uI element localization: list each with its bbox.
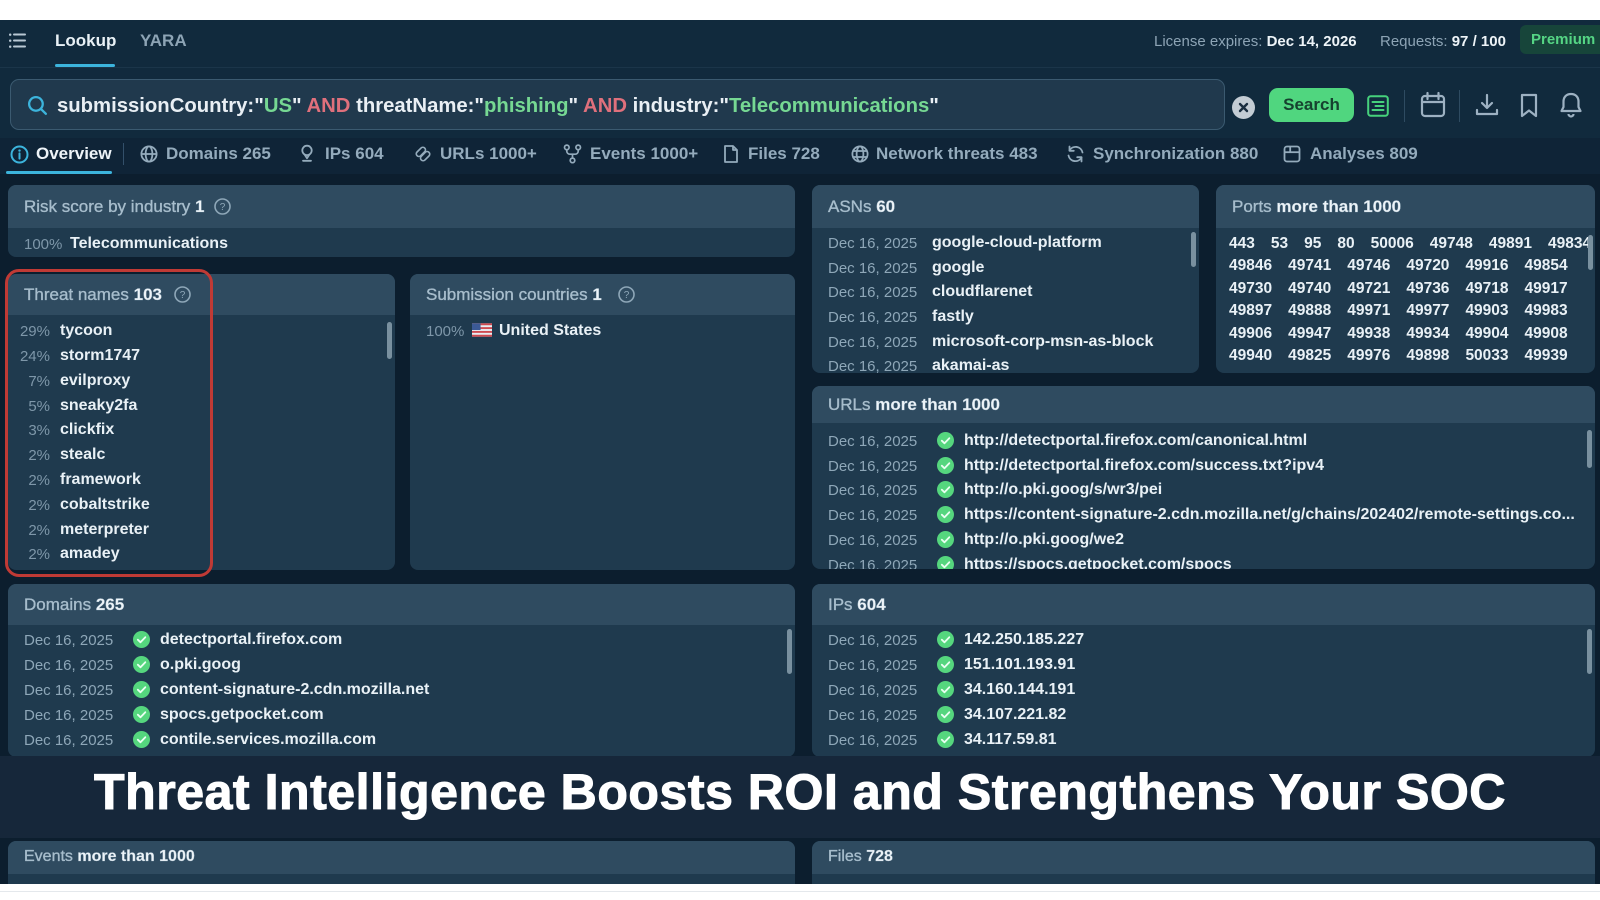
- svg-text:?: ?: [220, 202, 226, 213]
- svg-text:?: ?: [624, 290, 630, 301]
